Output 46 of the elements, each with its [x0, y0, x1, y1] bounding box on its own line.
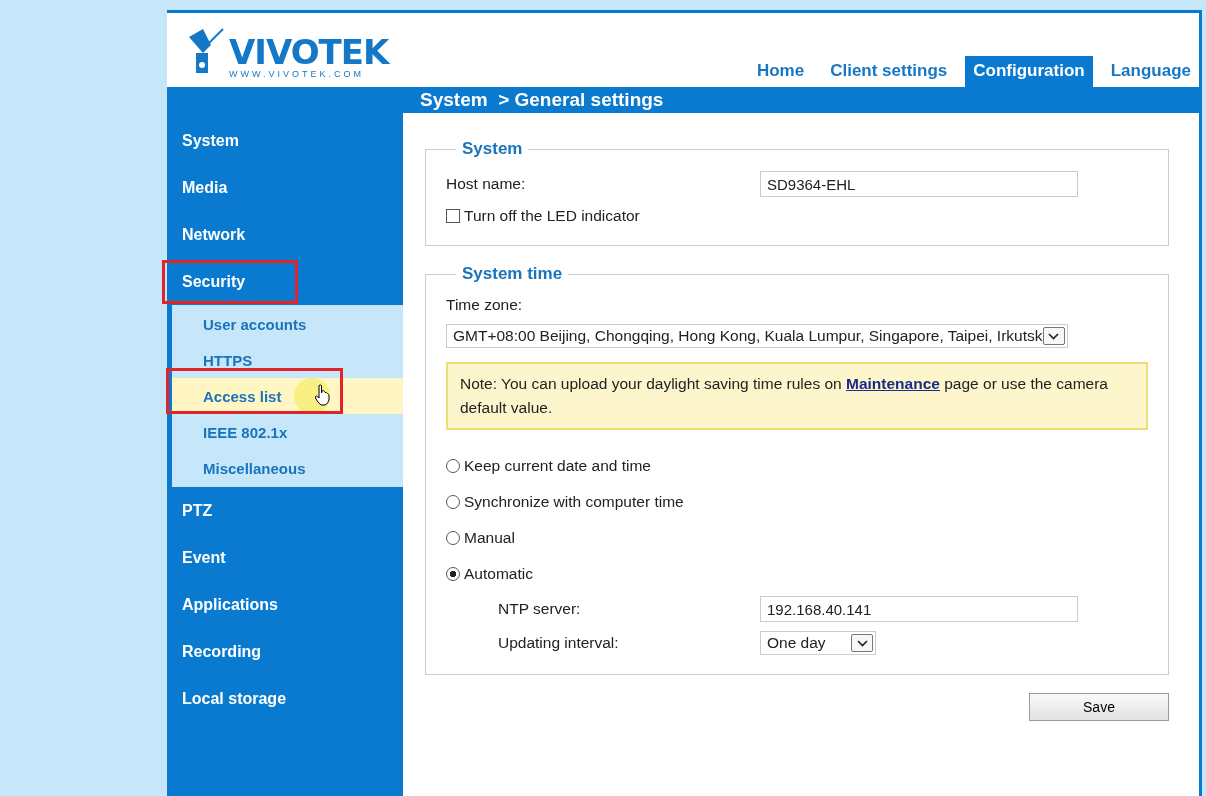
note-text: Note: You can upload your daylight saving time rules on Maintenance page or use the camera default value.: [460, 374, 1109, 418]
field-label: NTP server:: [498, 600, 582, 618]
host-name-field[interactable]: SD9364-EHL: [760, 171, 1078, 197]
sidebar-item[interactable]: Network: [167, 211, 403, 258]
led-checkbox[interactable]: [446, 209, 460, 223]
logo-wordmark: VIVOTEK: [229, 35, 389, 69]
group-title: System time: [461, 264, 564, 284]
sidebar-item[interactable]: Local storage: [167, 675, 403, 722]
radio-button[interactable]: [446, 495, 460, 509]
logo-url: WWW.VIVOTEK.COM: [229, 69, 365, 79]
submenu-item[interactable]: IEEE 802.1x: [172, 414, 403, 450]
submenu-item[interactable]: Miscellaneous: [172, 450, 403, 486]
submenu-item[interactable]: User accounts: [172, 306, 403, 342]
group-title: System: [461, 139, 524, 159]
sidebar-item[interactable]: Applications: [167, 581, 403, 628]
ntp-server-field[interactable]: 192.168.40.141: [760, 596, 1078, 622]
radio-label: Keep current date and time: [464, 457, 651, 475]
sidebar-item[interactable]: Security: [167, 258, 403, 305]
chevron-down-icon: [1042, 327, 1065, 345]
interval-dropdown[interactable]: One day: [760, 631, 876, 655]
hand-cursor-icon: [314, 384, 330, 406]
checkbox-label: Turn off the LED indicator: [464, 207, 640, 225]
maintenance-link[interactable]: Maintenance: [846, 375, 940, 392]
submenu-item[interactable]: HTTPS: [172, 342, 403, 378]
nav-tab[interactable]: Configuration: [965, 56, 1093, 87]
time-zone-dropdown[interactable]: GMT+08:00 Beijing, Chongqing, Hong Kong, Kuala Lumpur, Singapore, Taipei, Irkutsk: [446, 324, 1068, 348]
sidebar-item[interactable]: System: [167, 117, 403, 164]
breadcrumb: System > General settings: [420, 89, 664, 111]
sidebar-item[interactable]: Event: [167, 534, 403, 581]
sidebar-item[interactable]: PTZ: [167, 487, 403, 534]
nav-tab[interactable]: Home: [748, 56, 813, 87]
radio-button[interactable]: [446, 459, 460, 473]
field-label: Time zone:: [446, 296, 524, 314]
save-button[interactable]: Save: [1029, 693, 1169, 721]
radio-label: Manual: [464, 529, 515, 547]
radio-label: Synchronize with computer time: [464, 493, 684, 511]
sidebar-item[interactable]: Recording: [167, 628, 403, 675]
sidebar-item[interactable]: Media: [167, 164, 403, 211]
radio-button[interactable]: [446, 531, 460, 545]
chevron-down-icon: [851, 634, 873, 652]
radio-label: Automatic: [464, 565, 533, 583]
field-label: Host name:: [446, 175, 527, 193]
field-label: Updating interval:: [498, 634, 620, 652]
radio-button[interactable]: [446, 567, 460, 581]
nav-tab[interactable]: Language: [1102, 56, 1199, 87]
nav-tab[interactable]: Client settings: [822, 56, 956, 87]
